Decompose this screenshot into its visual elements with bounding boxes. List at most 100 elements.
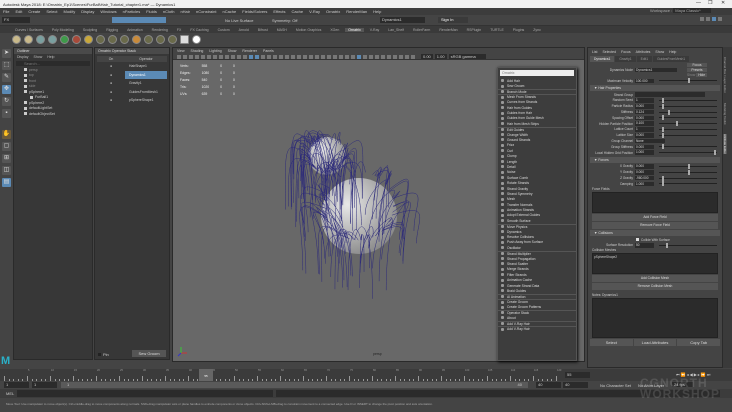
shelf-tab[interactable]: FX Caching	[187, 28, 211, 32]
add-collision-mesh-button[interactable]: Add Collision Mesh	[592, 275, 718, 283]
attr-slider[interactable]	[659, 169, 717, 175]
workspace-dropdown[interactable]: Maya Classic*	[673, 8, 711, 13]
tab-modeling-toolkit[interactable]: Modeling Toolkit	[723, 103, 727, 124]
playback-start-field[interactable]: 1	[32, 382, 57, 388]
add-hair-shelf-icon[interactable]	[12, 35, 21, 44]
shelf-tab[interactable]: Ornatrix	[345, 27, 364, 32]
outliner-item[interactable]: defaultObjectSet	[14, 111, 92, 117]
outliner-menu-item[interactable]: Display	[17, 55, 28, 59]
about-shelf-icon[interactable]	[192, 35, 201, 44]
operator-toggle[interactable]: ●	[97, 81, 125, 85]
ornatrix-tool-icon[interactable]: ✋	[2, 130, 11, 139]
close-button[interactable]: ✕	[721, 0, 725, 6]
collision-mesh-item[interactable]: pSphereShape2	[594, 255, 617, 259]
layout-four-icon[interactable]: ⊞	[2, 154, 11, 163]
layout-single-icon[interactable]: ▢	[2, 142, 11, 151]
dynamics-shelf-icon[interactable]	[144, 35, 153, 44]
clump-shelf-icon[interactable]	[84, 35, 93, 44]
menu-edit[interactable]: Edit	[15, 9, 22, 14]
attr-field[interactable]: None	[635, 138, 665, 144]
current-frame-field[interactable]: 55	[565, 372, 590, 378]
select-tool-icon[interactable]: ➤	[2, 49, 11, 58]
range-bar[interactable]: 1 40	[61, 382, 528, 388]
anim-start-field[interactable]: 1	[4, 382, 29, 388]
menu-set-dropdown[interactable]: FX	[2, 17, 30, 23]
playback-end-field[interactable]: 40	[536, 382, 561, 388]
attr-slider[interactable]	[659, 181, 717, 187]
shelf-tab[interactable]: V-Ray	[367, 28, 383, 32]
shelf-tab[interactable]: RenderMan	[436, 28, 460, 32]
shelf-tab[interactable]: Zync	[530, 28, 544, 32]
strands-shelf-icon[interactable]	[48, 35, 57, 44]
attr-slider[interactable]	[659, 109, 717, 115]
attr-field[interactable]: 1	[635, 127, 654, 132]
menu-file[interactable]: File	[3, 9, 9, 14]
shelf-tab[interactable]: FX	[174, 28, 184, 32]
guides-shelf-icon[interactable]	[36, 35, 45, 44]
select-button[interactable]: Select	[590, 339, 633, 347]
frizz-shelf-icon[interactable]	[60, 35, 69, 44]
shelf-tab[interactable]: Bifrost	[255, 28, 271, 32]
tab-attribute-editor[interactable]: Attribute Editor	[723, 134, 727, 155]
menu-fluids[interactable]: Fluids	[146, 9, 157, 14]
attr-field[interactable]	[635, 92, 705, 97]
shelf-tab[interactable]: Custom	[215, 28, 233, 32]
current-frame-marker[interactable]: 55	[199, 369, 213, 381]
force-fields-list[interactable]	[592, 191, 718, 213]
hair-properties-section[interactable]: ▼ Hair Properties	[590, 84, 720, 91]
presets-button[interactable]: Presets	[687, 68, 707, 72]
attr-field[interactable]: 1.000	[635, 150, 654, 155]
load-attributes-button[interactable]: Load Attributes	[633, 339, 677, 347]
attr-slider[interactable]	[659, 126, 717, 132]
menu-effects[interactable]: Effects	[273, 9, 285, 14]
menu-help[interactable]: Help	[373, 9, 381, 14]
move-tool-icon[interactable]: ✥	[2, 85, 11, 94]
menu-windows[interactable]: Windows	[100, 9, 116, 14]
attr-field[interactable]: 0.124	[635, 109, 654, 115]
outliner-menu-item[interactable]: Help	[47, 55, 54, 59]
attr-field[interactable]: 0.000	[635, 164, 654, 169]
attr-menu-item[interactable]: List	[592, 50, 597, 54]
collisions-section[interactable]: ▼ Collisions	[590, 229, 720, 236]
shelf-tab[interactable]: TURTLE	[487, 28, 507, 32]
attr-tab[interactable]: GuidesFromMesh1	[653, 56, 690, 62]
attr-menu-item[interactable]: Selected	[602, 50, 616, 54]
add-force-field-button[interactable]: Add Force Field	[592, 213, 718, 221]
surface-res-field[interactable]: 50	[635, 243, 654, 248]
shelf-tab[interactable]: XGen	[327, 28, 342, 32]
mesh-shelf-icon[interactable]	[168, 35, 177, 44]
rename-field[interactable]: Dynamics1	[380, 17, 425, 23]
attr-menu-item[interactable]: Attributes	[636, 50, 651, 54]
hair-strands[interactable]	[285, 130, 420, 299]
surface-res-slider[interactable]	[659, 242, 717, 248]
gravity-shelf-icon[interactable]	[132, 35, 141, 44]
mel-label[interactable]: MEL	[6, 391, 14, 396]
sew-groom-button[interactable]: Sew Groom	[132, 350, 166, 357]
max-velocity-field[interactable]: 100.000	[635, 78, 654, 84]
attr-slider[interactable]	[659, 163, 717, 169]
menu-nhair[interactable]: nHair	[180, 9, 190, 14]
layout-two-icon[interactable]: ◫	[2, 166, 11, 175]
menu-ncloth[interactable]: nCloth	[163, 9, 175, 14]
scale-tool-icon[interactable]: ▪	[2, 109, 11, 118]
toggle-icon[interactable]	[700, 17, 704, 21]
shelf-tab[interactable]: MASH	[274, 28, 290, 32]
operator-row[interactable]: ● HairShape1	[97, 62, 167, 71]
groom-shelf-icon[interactable]	[24, 35, 33, 44]
shelf-tab[interactable]: Poly Modeling	[49, 28, 77, 32]
operator-toggle[interactable]: ●	[97, 90, 125, 94]
attr-slider[interactable]	[659, 132, 717, 138]
attr-field[interactable]: 1.000	[635, 181, 654, 187]
attr-slider[interactable]	[659, 103, 717, 109]
rotate-tool-icon[interactable]: ↻	[2, 97, 11, 106]
toggle-icon[interactable]	[712, 17, 716, 21]
attr-tab[interactable]: Gravity1	[615, 56, 636, 62]
remove-collision-mesh-button[interactable]: Remove Collision Mesh	[592, 283, 718, 291]
shelf-tab[interactable]: Sculpting	[80, 28, 100, 32]
focus-button[interactable]: Focus	[687, 63, 707, 67]
menu-vray[interactable]: V-Ray	[309, 9, 320, 14]
outliner-menu-item[interactable]: Show	[33, 55, 42, 59]
outliner-search[interactable]: Search...	[16, 61, 90, 66]
menu-modify[interactable]: Modify	[64, 9, 76, 14]
menu-nconstraint[interactable]: nConstraint	[196, 9, 216, 14]
